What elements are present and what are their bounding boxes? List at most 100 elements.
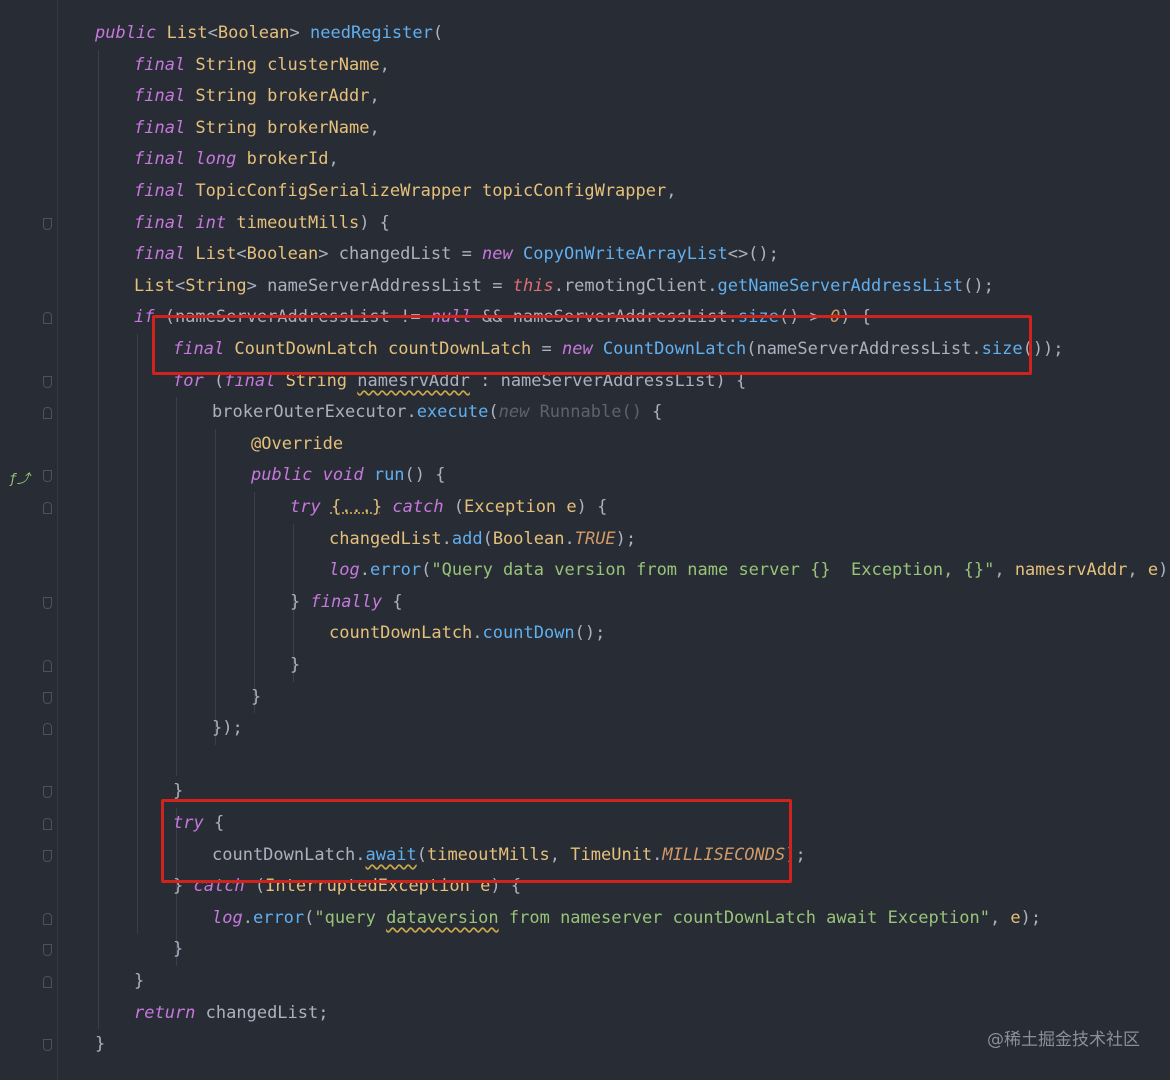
gutter-separator xyxy=(57,0,58,1080)
code-token: try xyxy=(290,497,331,517)
code-line[interactable]: countDownLatch.countDown(); xyxy=(329,618,605,649)
code-token: Boolean xyxy=(492,528,565,549)
code-token: from nameserver countDownLatch await Exc… xyxy=(498,907,990,928)
code-line[interactable]: return changedList; xyxy=(134,998,328,1029)
code-token: run xyxy=(373,465,405,486)
indent-guide xyxy=(254,492,255,714)
code-line[interactable]: final long brokerId, xyxy=(134,144,339,175)
code-line[interactable]: } xyxy=(251,682,261,713)
code-token: }); xyxy=(212,718,243,739)
fold-marker-icon[interactable] xyxy=(43,818,52,830)
code-line[interactable]: final String brokerName, xyxy=(134,113,380,144)
code-token: Exception xyxy=(464,497,567,517)
code-token: Boolean xyxy=(246,244,319,265)
code-token: ( xyxy=(453,497,465,517)
code-token: > nameServerAddressList = xyxy=(246,275,513,296)
code-token: , xyxy=(379,54,390,75)
fold-marker-icon[interactable] xyxy=(43,691,52,704)
code-line[interactable]: public void run() { xyxy=(251,460,446,491)
fold-marker-icon[interactable] xyxy=(43,312,52,325)
code-token: ( xyxy=(421,560,432,581)
code-token: List xyxy=(166,23,208,43)
code-line[interactable]: final TopicConfigSerializeWrapper topicC… xyxy=(134,176,676,207)
highlight-box-await xyxy=(161,799,792,883)
code-line[interactable]: @Override xyxy=(251,429,343,460)
code-token: log xyxy=(329,560,360,581)
code-line[interactable]: public List<Boolean> needRegister( xyxy=(95,18,443,49)
code-line[interactable]: final List<Boolean> changedList = new Co… xyxy=(134,239,779,270)
code-token: getNameServerAddressList xyxy=(717,275,964,296)
fold-marker-icon[interactable] xyxy=(43,375,52,388)
highlight-box-countdownlatch xyxy=(152,315,1032,375)
code-token: {...} xyxy=(330,497,383,517)
indent-guide xyxy=(98,49,99,1030)
code-token: } xyxy=(95,1034,106,1055)
fold-marker-icon[interactable] xyxy=(43,660,52,672)
code-token: ( xyxy=(482,528,493,549)
code-token: . xyxy=(472,623,483,644)
fold-marker-icon[interactable] xyxy=(43,912,52,925)
fold-marker-icon[interactable] xyxy=(43,723,52,736)
code-token: () xyxy=(621,402,653,423)
code-token: log xyxy=(212,907,243,928)
code-token: Boolean xyxy=(217,23,290,43)
lambda-run-icon[interactable]: ƒ⤴ xyxy=(9,468,30,487)
fold-marker-icon[interactable] xyxy=(43,470,52,483)
code-line[interactable]: brokerOuterExecutor.execute(new Runnable… xyxy=(212,397,662,428)
code-token: } xyxy=(290,655,301,675)
fold-marker-icon[interactable] xyxy=(43,217,52,230)
code-token: brokerId xyxy=(246,149,329,170)
code-token: changedList xyxy=(329,528,442,549)
fold-marker-icon[interactable] xyxy=(43,944,52,957)
code-token: remotingClient xyxy=(563,275,708,296)
fold-marker-icon[interactable] xyxy=(43,502,52,514)
code-token: add xyxy=(451,528,483,549)
code-token: . xyxy=(441,528,452,549)
code-line[interactable]: log.error("query dataversion from namese… xyxy=(212,903,1041,934)
code-token: final long xyxy=(134,149,247,170)
fold-marker-icon[interactable] xyxy=(43,1039,52,1052)
code-line[interactable]: } xyxy=(290,650,300,681)
code-token: < xyxy=(236,244,247,265)
code-token: this xyxy=(512,275,554,296)
code-token: String xyxy=(195,86,268,107)
code-token: > xyxy=(289,23,310,43)
code-token: "query xyxy=(314,907,387,928)
code-line[interactable]: final String clusterName, xyxy=(134,50,390,81)
code-token: ) { xyxy=(576,497,608,517)
code-token: changedList; xyxy=(205,1002,329,1023)
code-line[interactable]: final int timeoutMills) { xyxy=(134,208,390,239)
code-token: . xyxy=(242,907,253,928)
code-token: timeoutMills xyxy=(236,212,360,233)
code-line[interactable]: } finally { xyxy=(290,587,403,618)
code-token: needRegister xyxy=(310,23,433,43)
code-token: { xyxy=(652,402,663,423)
code-token: finally xyxy=(310,591,393,612)
code-token: , xyxy=(666,181,677,201)
code-token: } xyxy=(173,939,184,960)
code-token: new xyxy=(498,402,540,423)
code-token: { xyxy=(392,591,403,612)
code-token: } xyxy=(251,686,262,707)
fold-marker-icon[interactable] xyxy=(43,849,52,862)
code-line[interactable]: changedList.add(Boolean.TRUE); xyxy=(329,524,636,555)
code-token: String xyxy=(195,117,268,138)
fold-marker-icon[interactable] xyxy=(43,407,52,420)
code-line[interactable]: List<String> nameServerAddressList = thi… xyxy=(134,271,994,302)
code-token: dataversion xyxy=(386,907,499,928)
code-line[interactable]: log.error("Query data version from name … xyxy=(329,555,1170,586)
fold-marker-icon[interactable] xyxy=(43,786,52,799)
fold-marker-icon[interactable] xyxy=(43,596,52,609)
indent-guide xyxy=(176,397,177,777)
code-token: error xyxy=(252,907,305,928)
code-line[interactable]: try {...} catch (Exception e) { xyxy=(290,492,607,523)
code-line[interactable]: }); xyxy=(212,713,243,744)
code-line[interactable]: final String brokerAddr, xyxy=(134,81,380,112)
code-token: return xyxy=(134,1002,206,1023)
code-token: new xyxy=(482,244,523,265)
code-token: final xyxy=(134,244,196,265)
fold-marker-icon[interactable] xyxy=(43,976,52,988)
code-line[interactable]: } xyxy=(134,966,144,997)
code-line[interactable]: } xyxy=(95,1029,105,1060)
code-line[interactable]: } xyxy=(173,934,183,965)
